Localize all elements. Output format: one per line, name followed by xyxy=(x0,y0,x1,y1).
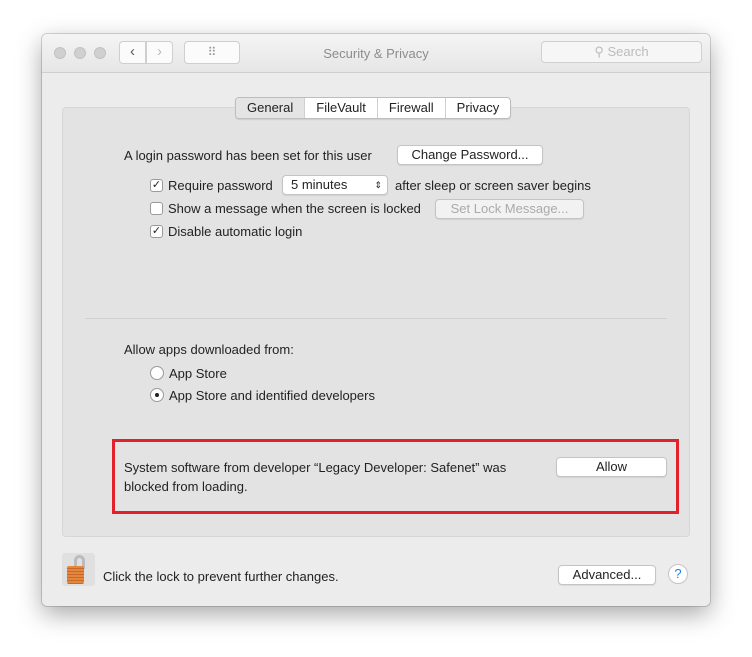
login-password-text: A login password has been set for this u… xyxy=(124,148,372,163)
set-lock-message-button[interactable]: Set Lock Message... xyxy=(435,199,584,219)
radio-app-store-label: App Store xyxy=(169,366,227,381)
title-bar: ‹ › ⠿ Security & Privacy ⚲ Search xyxy=(42,34,710,73)
lock-icon[interactable] xyxy=(62,553,95,586)
radio-identified-developers[interactable] xyxy=(150,388,164,402)
tab-filevault[interactable]: FileVault xyxy=(304,98,377,118)
tab-firewall[interactable]: Firewall xyxy=(376,98,445,118)
tab-general[interactable]: General xyxy=(236,98,305,118)
advanced-button[interactable]: Advanced... xyxy=(558,565,656,585)
lock-text: Click the lock to prevent further change… xyxy=(103,569,339,584)
security-privacy-window: ‹ › ⠿ Security & Privacy ⚲ Search Genera… xyxy=(42,34,710,606)
tab-bar: General FileVault Firewall Privacy xyxy=(235,97,512,119)
require-password-checkbox[interactable]: ✓ xyxy=(150,179,163,192)
chevron-updown-icon: ⇕ xyxy=(374,180,382,190)
allow-button[interactable]: Allow xyxy=(556,457,667,477)
radio-app-store[interactable] xyxy=(150,366,164,380)
require-password-label: Require password xyxy=(168,178,273,193)
separator xyxy=(85,318,667,319)
change-password-button[interactable]: Change Password... xyxy=(397,145,543,165)
show-message-label: Show a message when the screen is locked xyxy=(168,201,421,216)
help-button[interactable]: ? xyxy=(668,564,688,584)
search-placeholder: Search xyxy=(607,44,649,59)
disable-auto-login-label: Disable automatic login xyxy=(168,224,303,239)
search-input[interactable]: ⚲ Search xyxy=(541,41,702,63)
disable-auto-login-checkbox[interactable]: ✓ xyxy=(150,225,163,238)
require-password-suffix: after sleep or screen saver begins xyxy=(395,178,591,193)
require-password-delay-select[interactable]: 5 minutes ⇕ xyxy=(282,175,388,195)
allow-apps-label: Allow apps downloaded from: xyxy=(124,342,294,357)
tab-privacy[interactable]: Privacy xyxy=(444,98,511,118)
blocked-text-line1: System software from developer “Legacy D… xyxy=(124,460,507,475)
search-icon: ⚲ xyxy=(594,44,608,59)
show-message-checkbox[interactable] xyxy=(150,202,163,215)
delay-value: 5 minutes xyxy=(291,177,348,192)
radio-identified-developers-label: App Store and identified developers xyxy=(169,388,375,403)
blocked-text-line2: blocked from loading. xyxy=(124,479,248,494)
